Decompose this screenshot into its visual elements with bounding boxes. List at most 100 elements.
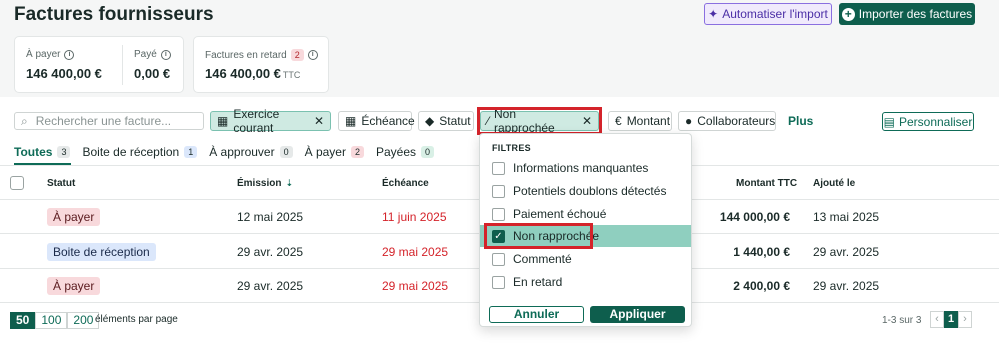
pagination: ‹ 1 › (930, 311, 972, 328)
search-placeholder: Rechercher une facture... (35, 114, 172, 128)
filter-option-label: Potentiels doublons détectés (513, 184, 667, 198)
select-all-checkbox[interactable] (10, 176, 24, 190)
user-icon: ● (685, 114, 693, 128)
page-size-50[interactable]: 50 (10, 312, 36, 329)
info-icon[interactable]: i (64, 49, 75, 60)
filter-option-label: En retard (513, 275, 563, 289)
filter-option-label: Paiement échoué (513, 207, 607, 221)
added-date: 29 avr. 2025 (813, 279, 880, 293)
tab-a-payer[interactable]: À payer 2 (305, 143, 364, 161)
tab-count: 2 (350, 146, 364, 158)
info-icon[interactable]: i (307, 50, 318, 60)
filter-option-potentiels-doublons[interactable]: Potentiels doublons détectés (480, 180, 691, 202)
filter-chip-exercice-label: Exercice courant (233, 107, 280, 135)
page-title: Factures fournisseurs (14, 4, 214, 25)
filter-chip-montant[interactable]: € Montant (608, 111, 672, 131)
page-button-1[interactable]: 1 (944, 311, 958, 328)
status-badge: À payer (47, 277, 101, 295)
page-size-100[interactable]: 100 (35, 312, 68, 329)
due-date: 29 mai 2025 (382, 245, 449, 259)
amount: 1 440,00 € (733, 245, 790, 259)
tab-a-approuver[interactable]: À approuver 0 (209, 143, 293, 161)
prev-page-button[interactable]: ‹ (930, 311, 944, 328)
filter-chip-collaborateurs[interactable]: ● Collaborateurs (678, 111, 776, 131)
automate-import-button[interactable]: ✦ Automatiser l'import (704, 3, 832, 25)
kpi-retard-suffix: TTC (282, 70, 301, 80)
columns-icon: ▤ (883, 114, 895, 129)
kpi-divider (122, 45, 123, 85)
tab-label: Toutes (14, 145, 53, 159)
checkbox[interactable] (492, 252, 505, 266)
kpi-a-payer-label: À payer i (26, 49, 75, 60)
tab-toutes[interactable]: Toutes 3 (14, 143, 71, 161)
column-header-ajoute: Ajouté le (813, 178, 856, 189)
kpi-paye-value: 0,00 € (134, 66, 171, 81)
filter-chip-echeance[interactable]: ▦ Échéance (338, 111, 415, 131)
calendar-icon: ▦ (217, 114, 229, 128)
column-header-echeance: Échéance (382, 178, 429, 189)
amount: 2 400,00 € (733, 279, 790, 293)
emission-date: 29 avr. 2025 (237, 279, 304, 293)
kpi-card-overdue: Factures en retard 2 i 146 400,00 € TTC (193, 36, 329, 93)
filter-chip-exercice[interactable]: ▦ Exercice courant ✕ (210, 107, 331, 135)
more-filters-link[interactable]: Plus (788, 114, 813, 128)
column-header-emission-label: Émission (237, 178, 282, 189)
kpi-retard-label: Factures en retard 2 i (205, 49, 318, 61)
customize-label: Personnaliser (898, 114, 973, 129)
next-page-button[interactable]: › (958, 311, 972, 328)
added-date: 13 mai 2025 (813, 210, 880, 224)
filter-option-informations-manquantes[interactable]: Informations manquantes (480, 157, 691, 179)
due-date: 11 juin 2025 (382, 210, 447, 224)
overdue-count-badge: 2 (290, 49, 304, 61)
search-icon: ⌕ (21, 113, 28, 128)
sort-icon[interactable]: ⇣ (285, 178, 293, 188)
tab-payees[interactable]: Payées 0 (375, 143, 435, 161)
kpi-a-payer-text: À payer (26, 49, 61, 60)
filter-chip-collaborateurs-label: Collaborateurs (697, 114, 776, 128)
checkbox[interactable] (492, 207, 505, 221)
column-header-emission[interactable]: Émission ⇣ (237, 178, 293, 189)
cancel-button[interactable]: Annuler (489, 306, 584, 323)
import-invoices-label: Importer des factures (858, 7, 973, 21)
status-badge: À payer (47, 208, 101, 226)
kpi-retard-text: Factures en retard (205, 49, 287, 61)
tag-icon: ◆ (425, 114, 435, 128)
kpi-paye-text: Payé (134, 49, 157, 60)
customize-button[interactable]: ▤ Personnaliser (882, 112, 974, 131)
kpi-retard-amount: 146 400,00 € (205, 66, 281, 81)
tab-count: 0 (279, 146, 293, 158)
filter-chip-statut[interactable]: ◆ Statut (418, 111, 474, 131)
column-header-montant: Montant TTC (736, 178, 798, 189)
tab-label: Payées (375, 145, 417, 159)
tab-count: 0 (421, 146, 435, 158)
filter-option-paiement-echoue[interactable]: Paiement échoué (480, 203, 691, 225)
kpi-card-payments: À payer i 146 400,00 € Payé i 0,00 € (14, 36, 184, 93)
filter-option-commente[interactable]: Commenté (480, 248, 691, 270)
tab-label: Boite de réception (82, 145, 180, 159)
column-header-statut: Statut (47, 178, 76, 189)
search-input[interactable]: ⌕ Rechercher une facture... (14, 112, 204, 130)
status-tabs: Toutes 3 Boite de réception 1 À approuve… (14, 143, 446, 161)
tab-label: À approuver (209, 145, 275, 159)
filter-chip-montant-label: Montant (626, 114, 671, 128)
import-invoices-button[interactable]: + Importer des factures (839, 3, 975, 25)
page-size-selector: 50 100 200 (10, 312, 100, 329)
info-icon[interactable]: i (160, 49, 171, 60)
highlight-frame (484, 223, 593, 249)
kpi-a-payer-value: 146 400,00 € (26, 66, 102, 81)
filter-chip-echeance-label: Échéance (361, 114, 415, 128)
plus-circle-icon: + (841, 7, 855, 21)
dropdown-title: FILTRES (492, 143, 531, 153)
close-icon[interactable]: ✕ (314, 114, 324, 128)
status-badge: Boite de réception (47, 243, 156, 261)
checkbox[interactable] (492, 161, 505, 175)
filter-option-label: Informations manquantes (513, 161, 649, 175)
checkbox[interactable] (492, 184, 505, 198)
amount: 144 000,00 € (719, 210, 790, 224)
filter-option-en-retard[interactable]: En retard (480, 271, 691, 293)
checkbox[interactable] (492, 275, 505, 289)
tab-count: 3 (57, 146, 71, 158)
apply-button[interactable]: Appliquer (590, 306, 685, 323)
tab-boite-de-reception[interactable]: Boite de réception 1 (82, 143, 198, 161)
automate-import-label: Automatiser l'import (722, 7, 828, 21)
